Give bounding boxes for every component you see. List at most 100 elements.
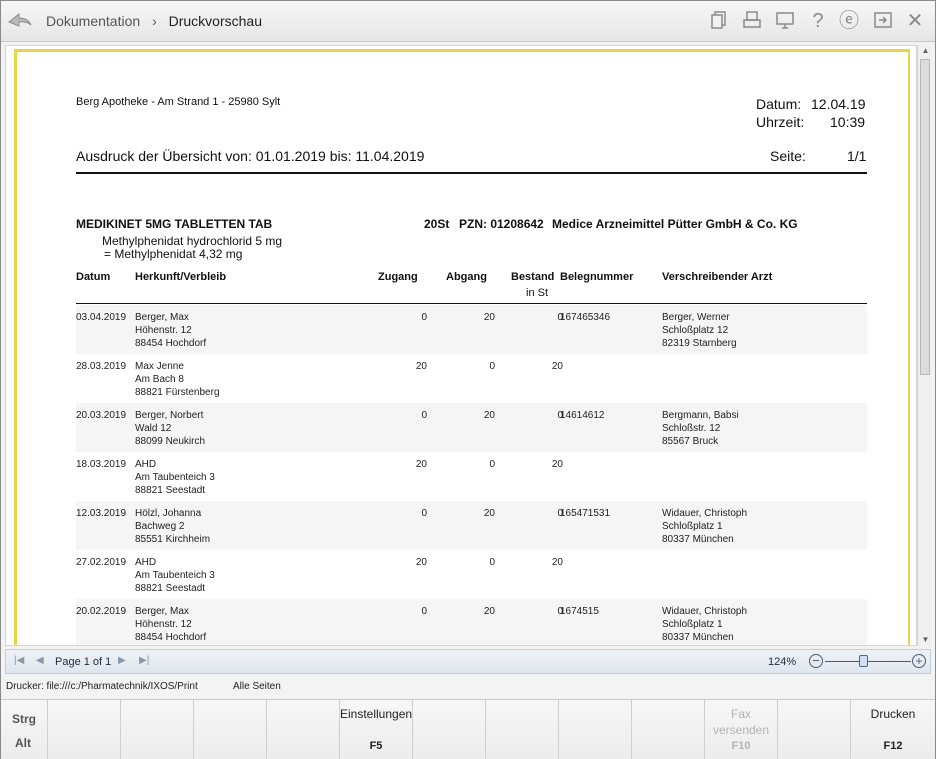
row-arzt-line: 80337 München <box>662 632 734 643</box>
row-date: 03.04.2019 <box>76 312 127 323</box>
zoom-out-icon[interactable]: − <box>809 654 823 668</box>
datum-label: Datum: <box>756 96 802 112</box>
row-belegnummer: 165471531 <box>560 508 611 519</box>
fkey-f1[interactable] <box>48 700 121 759</box>
seite-label: Seite: <box>770 148 806 164</box>
fkey-f3[interactable] <box>194 700 267 759</box>
pager-bar: |◀ ◀ Page 1 of 1 ▶ ▶| 124% − + <box>5 649 931 674</box>
modifier-key-box: Strg Alt <box>1 700 48 759</box>
row-arzt-line: Schloßstr. 12 <box>662 423 721 434</box>
row-belegnummer: 1674515 <box>560 606 599 617</box>
modifier-strg[interactable]: Strg <box>12 712 36 726</box>
row-origin-line: 88454 Hochdorf <box>135 632 207 643</box>
scroll-thumb[interactable] <box>920 59 930 375</box>
fkey-f11[interactable] <box>778 700 851 759</box>
row-date: 18.03.2019 <box>76 459 127 470</box>
fax-send-button[interactable]: Fax versenden F10 <box>705 700 778 759</box>
modifier-alt[interactable]: Alt <box>15 736 31 750</box>
row-zugang: 20 <box>415 361 427 372</box>
title-bar: Dokumentation › Druckvorschau ? ⓔ ✕ <box>1 1 935 42</box>
row-origin-line: 88454 Hochdorf <box>135 338 207 349</box>
table-row: 18.03.2019 AHD Am Taubenteich 3 88821 Seest… <box>76 452 867 501</box>
row-abgang: 20 <box>483 508 495 519</box>
scroll-up-icon[interactable]: ▲ <box>918 45 933 57</box>
breadcrumb: Dokumentation › Druckvorschau <box>46 13 262 29</box>
fkey-f9[interactable] <box>632 700 705 759</box>
row-origin-line: Berger, Max <box>135 606 189 617</box>
row-bestand: 20 <box>551 361 563 372</box>
row-arzt-line: Bergmann, Babsi <box>662 410 739 421</box>
overview-title: Ausdruck der Übersicht von: 01.01.2019 b… <box>76 148 425 164</box>
next-page-icon[interactable]: ▶ <box>118 655 126 666</box>
col-header-bestand-unit: in St <box>526 287 549 299</box>
prev-page-icon[interactable]: ◀ <box>36 655 44 666</box>
col-header-belegnummer: Belegnummer <box>560 271 634 283</box>
zoom-in-icon[interactable]: + <box>912 654 926 668</box>
copy-icon[interactable] <box>708 10 730 32</box>
monitor-icon[interactable] <box>774 10 796 32</box>
pharmacy-address: Berg Apotheke - Am Strand 1 - 25980 Sylt <box>76 96 281 108</box>
uhrzeit-label: Uhrzeit: <box>756 114 805 130</box>
row-arzt: Widauer, Christoph Schloßplatz 1 80337 Mün… <box>662 605 747 644</box>
row-arzt-line: Berger, Werner <box>662 312 730 323</box>
fkey-f7[interactable] <box>486 700 559 759</box>
close-icon[interactable]: ✕ <box>904 10 926 32</box>
fkey-f2[interactable] <box>121 700 194 759</box>
row-origin: Berger, Norbert Wald 12 88099 Neukirch <box>135 409 205 448</box>
print-preview-window: Dokumentation › Druckvorschau ? ⓔ ✕ Berg… <box>0 0 936 759</box>
e-icon[interactable]: ⓔ <box>838 10 860 32</box>
report-page: Berg Apotheke - Am Strand 1 - 25980 Sylt… <box>14 49 910 645</box>
row-zugang: 0 <box>421 410 427 421</box>
table-row: 20.03.2019 Berger, Norbert Wald 12 88099 Ne… <box>76 403 867 452</box>
col-header-zugang: Zugang <box>378 271 418 283</box>
zoom-slider-thumb[interactable] <box>859 655 869 667</box>
preview-area[interactable]: Berg Apotheke - Am Strand 1 - 25980 Sylt… <box>5 45 917 646</box>
table-row: 27.02.2019 AHD Am Taubenteich 3 88821 Seest… <box>76 550 867 599</box>
product-ingredient: Methylphenidat hydrochlorid 5 mg <box>102 234 283 248</box>
row-origin: Berger, Max Höhenstr. 12 88454 Hochdorf <box>135 311 206 350</box>
row-origin-line: Bachweg 2 <box>135 521 185 532</box>
row-origin-line: Berger, Norbert <box>135 410 204 421</box>
back-arrow-icon <box>8 12 32 27</box>
row-belegnummer: 14614612 <box>560 410 605 421</box>
row-abgang: 0 <box>489 361 495 372</box>
last-page-icon[interactable]: ▶| <box>139 655 149 666</box>
drucken-button[interactable]: Drucken F12 <box>851 700 935 759</box>
printer-icon[interactable] <box>741 10 763 32</box>
row-origin-line: Am Bach 8 <box>135 374 184 385</box>
einstellungen-button[interactable]: Einstellungen F5 <box>340 700 413 759</box>
einstellungen-label: Einstellungen <box>340 707 413 721</box>
scroll-down-icon[interactable]: ▼ <box>918 634 933 646</box>
seite-value: 1/1 <box>847 148 867 164</box>
fkey-f6[interactable] <box>413 700 486 759</box>
col-header-arzt: Verschreibender Arzt <box>662 271 773 283</box>
header-rule <box>76 172 867 174</box>
fkey-f8[interactable] <box>559 700 632 759</box>
row-bestand: 0 <box>557 410 563 421</box>
product-pzn: PZN: 01208642 <box>459 217 544 231</box>
row-arzt-line: Widauer, Christoph <box>662 606 748 617</box>
row-date: 20.02.2019 <box>76 606 127 617</box>
row-origin: Berger, Max Höhenstr. 12 88454 Hochdorf <box>135 605 206 644</box>
first-page-icon[interactable]: |◀ <box>14 655 24 666</box>
row-abgang: 20 <box>483 606 495 617</box>
vertical-scrollbar[interactable]: ▲ ▼ <box>917 45 932 646</box>
breadcrumb-documentation[interactable]: Dokumentation <box>46 13 140 29</box>
row-origin-line: 88821 Seestadt <box>135 485 206 496</box>
datum-value: 12.04.19 <box>811 96 866 112</box>
row-zugang: 0 <box>421 312 427 323</box>
row-zugang: 20 <box>415 557 427 568</box>
printer-pages: Alle Seiten <box>233 681 281 692</box>
product-equivalent: = Methylphenidat 4,32 mg <box>104 247 243 261</box>
row-arzt-line: 80337 München <box>662 534 734 545</box>
fkey-f4[interactable] <box>267 700 340 759</box>
col-header-bestand: Bestand <box>511 271 555 283</box>
function-key-bar: Strg Alt Einstellungen F5 Fax versenden … <box>1 699 935 759</box>
back-button[interactable] <box>6 9 34 33</box>
product-manufacturer: Medice Arzneimittel Pütter GmbH & Co. KG <box>552 217 798 231</box>
help-icon[interactable]: ? <box>807 10 829 32</box>
export-icon[interactable] <box>872 10 894 32</box>
row-date: 12.03.2019 <box>76 508 127 519</box>
row-origin-line: Wald 12 <box>135 423 172 434</box>
zoom-level: 124% <box>768 656 797 668</box>
